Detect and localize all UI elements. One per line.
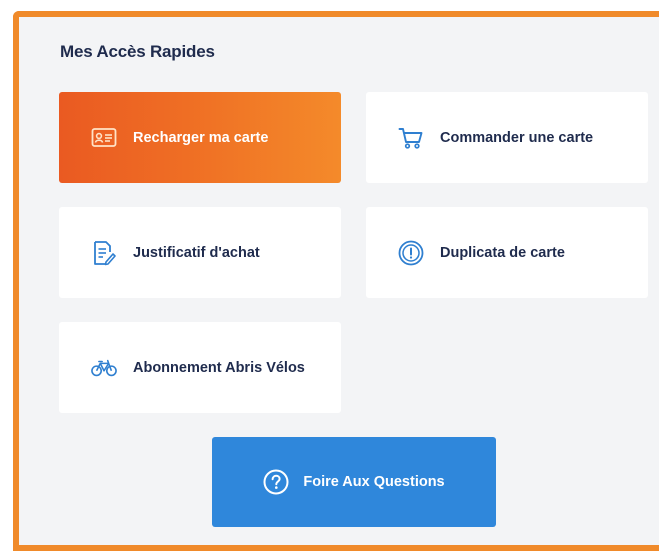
id-card-icon — [91, 125, 117, 151]
duplicate-card-button[interactable]: Duplicata de carte — [366, 207, 648, 298]
recharge-card-button[interactable]: Recharger ma carte — [59, 92, 341, 183]
section-title: Mes Accès Rapides — [60, 42, 215, 61]
bicycle-icon — [91, 355, 117, 381]
document-edit-icon — [91, 240, 117, 266]
bike-shelter-subscription-button[interactable]: Abonnement Abris Vélos — [59, 322, 341, 413]
purchase-receipt-button[interactable]: Justificatif d'achat — [59, 207, 341, 298]
question-circle-icon — [263, 469, 289, 495]
purchase-receipt-label: Justificatif d'achat — [133, 244, 260, 261]
bike-shelter-subscription-label: Abonnement Abris Vélos — [133, 359, 305, 376]
exclamation-circle-icon — [398, 240, 424, 266]
duplicate-card-label: Duplicata de carte — [440, 244, 565, 261]
order-card-button[interactable]: Commander une carte — [366, 92, 648, 183]
recharge-card-label: Recharger ma carte — [133, 129, 269, 146]
order-card-label: Commander une carte — [440, 129, 594, 146]
faq-button[interactable]: Foire Aux Questions — [212, 437, 496, 527]
cart-icon — [398, 125, 424, 151]
faq-label: Foire Aux Questions — [303, 474, 445, 490]
